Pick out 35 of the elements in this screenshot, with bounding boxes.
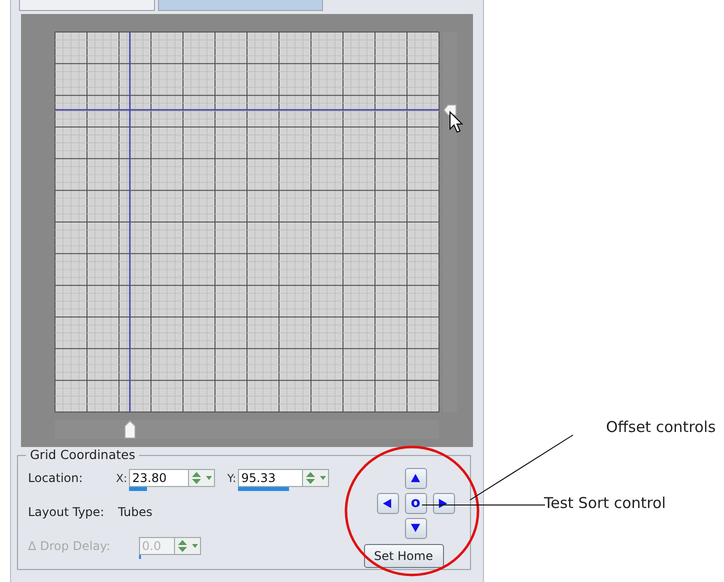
- group-title: Grid Coordinates: [26, 447, 140, 462]
- spin-control[interactable]: [303, 469, 330, 487]
- triangle-arrow-icon: [410, 522, 421, 534]
- spin-arrows-icon: [306, 472, 315, 484]
- set-home-button[interactable]: Set Home: [364, 544, 444, 568]
- tab[interactable]: [19, 0, 155, 11]
- spin-arrows-icon: [192, 472, 201, 484]
- location-label: Location:: [28, 471, 84, 485]
- mouse-cursor-icon: [449, 110, 463, 133]
- axis-label: X:: [116, 472, 128, 484]
- dropdown-caret-icon: [320, 476, 326, 480]
- layout-type-label: Layout Type:: [28, 505, 106, 519]
- tab[interactable]: [158, 0, 323, 11]
- layout-type-value: Tubes: [118, 505, 152, 519]
- spin-control[interactable]: [189, 469, 216, 487]
- triangle-arrow-icon: [438, 498, 449, 508]
- slider-handle[interactable]: [124, 420, 136, 439]
- test-sort-button[interactable]: o: [404, 492, 426, 514]
- callout-label: Offset controls: [606, 418, 716, 436]
- number-field[interactable]: 95.33: [238, 469, 304, 487]
- axis-label: Y:: [227, 472, 236, 484]
- triangle-arrow-icon: [410, 472, 421, 484]
- down-button[interactable]: [404, 518, 426, 538]
- callout-label: Test Sort control: [544, 494, 666, 512]
- drop-delay-label: Δ Drop Delay:: [28, 539, 112, 553]
- up-button[interactable]: [404, 468, 426, 488]
- triangle-arrow-icon: [382, 498, 393, 508]
- right-button[interactable]: [432, 492, 454, 514]
- slider-handle[interactable]: [443, 102, 457, 118]
- spin-control[interactable]: [175, 537, 201, 555]
- dropdown-caret-icon: [192, 544, 198, 548]
- dropdown-caret-icon: [206, 476, 212, 480]
- left-button[interactable]: [376, 492, 398, 514]
- spin-arrows-icon: [178, 540, 186, 552]
- number-field[interactable]: 23.80: [129, 469, 190, 487]
